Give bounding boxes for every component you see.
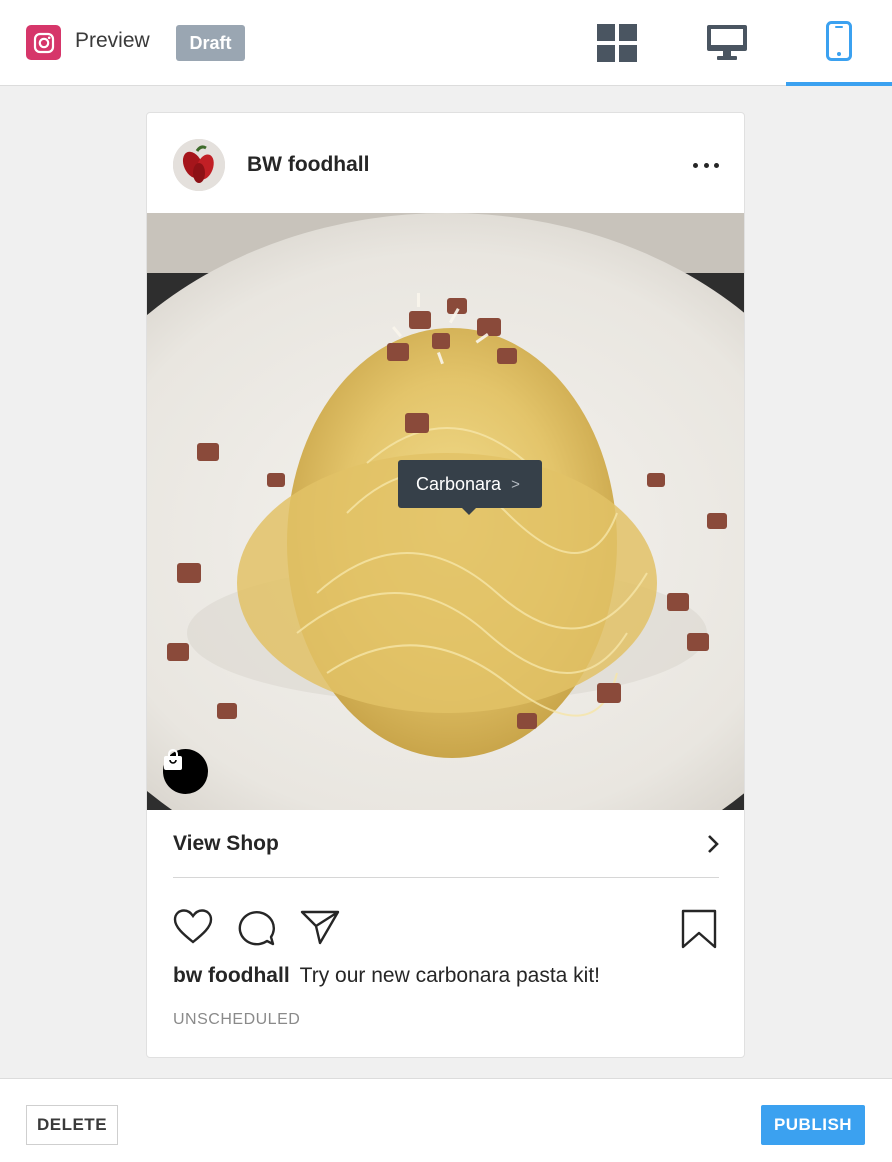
shopping-bag-icon[interactable]: [163, 749, 208, 794]
share-icon[interactable]: [300, 909, 340, 945]
view-shop-label: View Shop: [173, 831, 279, 855]
account-name[interactable]: BW foodhall: [247, 153, 369, 177]
page-title: Preview: [75, 29, 150, 52]
tag-pointer: [462, 508, 476, 515]
bookmark-icon[interactable]: [681, 909, 717, 949]
instagram-icon: [26, 25, 61, 60]
chevron-right-icon: [708, 834, 719, 853]
heart-icon[interactable]: [173, 909, 213, 945]
tab-mobile-view[interactable]: [786, 0, 892, 86]
tab-grid-view[interactable]: [564, 0, 670, 86]
avatar: [173, 139, 225, 191]
product-tag-label: Carbonara: [416, 473, 502, 494]
chevron-right-icon: >: [511, 475, 520, 493]
comment-icon[interactable]: [236, 909, 276, 947]
post-image: Carbonara >: [147, 213, 744, 810]
post-actions: [173, 909, 719, 949]
view-shop-link[interactable]: View Shop: [173, 810, 719, 878]
more-options-icon[interactable]: [693, 155, 719, 175]
delete-button[interactable]: DELETE: [26, 1105, 118, 1145]
tab-desktop-view[interactable]: [674, 0, 780, 86]
publish-button[interactable]: PUBLISH: [761, 1105, 865, 1145]
grid-icon: [597, 24, 637, 62]
post-caption: bw foodhall Try our new carbonara pasta k…: [173, 964, 600, 988]
post-preview-card: BW foodhall Carbonara > View Shop bw foo…: [146, 112, 745, 1058]
desktop-icon: [707, 25, 747, 60]
status-badge: Draft: [176, 25, 245, 61]
caption-text: Try our new carbonara pasta kit!: [299, 964, 601, 987]
schedule-status: UNSCHEDULED: [173, 1011, 301, 1028]
product-tag[interactable]: Carbonara >: [398, 460, 542, 508]
mobile-phone-icon: [826, 21, 852, 61]
bottom-bar: DELETE PUBLISH: [0, 1078, 892, 1162]
caption-username[interactable]: bw foodhall: [173, 964, 290, 987]
top-bar: Preview Draft: [0, 0, 892, 86]
